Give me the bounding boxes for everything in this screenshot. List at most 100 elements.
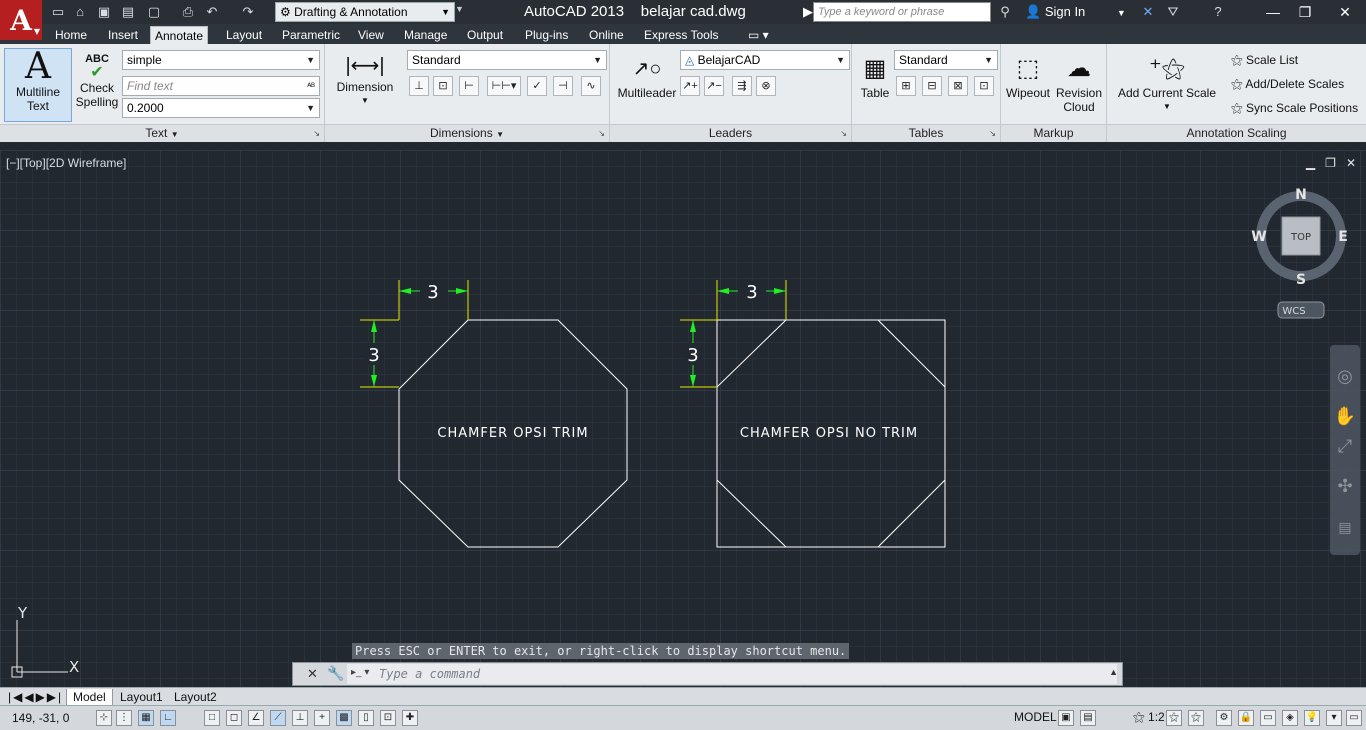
maximize-button[interactable]: ❐ xyxy=(1290,2,1320,22)
steering-wheel-icon[interactable]: ◎ xyxy=(1337,366,1353,386)
isolate-objects-icon-2[interactable]: 💡 xyxy=(1304,710,1320,726)
3d-object-snap-icon[interactable]: ∠ xyxy=(248,710,264,726)
layout-nav-arrows-icon[interactable]: |◀◀▶▶| xyxy=(2,689,69,705)
dim-continue-icon[interactable]: ⊢⊢▾ xyxy=(487,76,521,96)
dim-reassociate-icon[interactable]: ⊣ xyxy=(553,76,573,96)
lock-ui-icon[interactable]: 🔒 xyxy=(1238,710,1254,726)
object-snap-tracking-icon[interactable]: ⟋ xyxy=(270,710,286,726)
tab-home[interactable]: Home xyxy=(51,26,91,44)
redo-icon[interactable]: ↷ xyxy=(240,4,256,20)
dynamic-ucs-icon[interactable]: ⊥ xyxy=(292,710,308,726)
dynamic-input-icon[interactable]: + xyxy=(314,710,330,726)
tab-parametric[interactable]: Parametric xyxy=(278,26,344,44)
text-style-select[interactable]: simple ▼ xyxy=(122,50,320,70)
table-button[interactable]: ▦ Table xyxy=(856,52,894,122)
orbit-icon[interactable]: ✣ xyxy=(1337,476,1352,496)
command-prompt-icon[interactable]: ▸_ ▾ xyxy=(351,667,369,678)
find-text-input[interactable]: Find text ᴬᴮ xyxy=(122,76,320,96)
tab-express-tools[interactable]: Express Tools xyxy=(640,26,722,44)
clean-screen-icon[interactable]: ▭ xyxy=(1346,710,1362,726)
selection-cycling-icon[interactable]: ✚ xyxy=(402,710,418,726)
add-current-scale-button[interactable]: ⁺⚝ Add Current Scale ▼ xyxy=(1117,52,1217,122)
customize-toolbar-icon[interactable]: ▼ xyxy=(455,4,464,14)
tab-manage[interactable]: Manage xyxy=(400,26,451,44)
download-from-source-icon[interactable]: ⊠ xyxy=(948,76,968,96)
tab-annotate[interactable]: Annotate xyxy=(150,26,209,44)
transparency-icon[interactable]: ▯ xyxy=(358,710,374,726)
dialog-launcher-icon[interactable]: ↘ xyxy=(598,125,605,142)
object-snap-icon[interactable]: ◻ xyxy=(226,710,242,726)
compass-w-label[interactable]: W xyxy=(1251,229,1266,245)
find-replace-icon[interactable]: ᴬᴮ xyxy=(307,77,315,95)
polar-tracking-icon[interactable]: □ xyxy=(204,710,220,726)
leaders-panel-title[interactable]: Leaders ↘ xyxy=(610,124,851,142)
tab-layout[interactable]: Layout xyxy=(222,26,266,44)
viewcube[interactable]: TOP N S E W WCS xyxy=(1251,187,1348,319)
multileader-button[interactable]: ↗○ Multileader xyxy=(614,52,680,122)
dialog-launcher-icon[interactable]: ↘ xyxy=(840,125,847,142)
snap-mode-icon[interactable]: ⋮ xyxy=(116,710,132,726)
align-leaders-icon[interactable]: ⇶ xyxy=(732,76,752,96)
wrench-icon[interactable]: 🔧 xyxy=(327,665,344,682)
open-folder-icon[interactable]: ⌂ xyxy=(72,4,88,20)
hardware-acceleration-icon[interactable]: ▭ xyxy=(1260,710,1276,726)
compass-e-label[interactable]: E xyxy=(1338,229,1348,245)
tab-model[interactable]: Model xyxy=(66,689,113,706)
command-input[interactable]: Type a command xyxy=(347,664,1117,684)
drawing-viewport[interactable]: [−][Top][2D Wireframe] ▁ ❐ ✕ CHAMFER OPS… xyxy=(0,150,1366,687)
text-height-select[interactable]: 0.2000 ▼ xyxy=(122,98,320,118)
revision-cloud-button[interactable]: ☁ Revision Cloud xyxy=(1055,52,1103,122)
dim-inspect-icon[interactable]: ⊡ xyxy=(433,76,453,96)
table-style-select[interactable]: Standard ▼ xyxy=(894,50,998,70)
annotation-visibility-icon[interactable]: ⚝ xyxy=(1166,710,1182,726)
text-panel-title[interactable]: Text ▼ ↘ xyxy=(0,124,324,142)
multiline-text-button[interactable]: A Multiline Text xyxy=(4,48,72,122)
dialog-launcher-icon[interactable]: ↘ xyxy=(989,125,996,142)
add-delete-scales-button[interactable]: ⚝ Add/Delete Scales xyxy=(1231,77,1344,92)
new-file-icon[interactable]: ▭ xyxy=(50,4,66,20)
binoculars-icon[interactable]: ⚲ xyxy=(997,4,1013,20)
quick-properties-icon[interactable]: ⊡ xyxy=(380,710,396,726)
dim-adjust-icon[interactable]: ⊢ xyxy=(459,76,479,96)
annotation-scaling-panel-title[interactable]: Annotation Scaling xyxy=(1107,124,1366,142)
search-input[interactable]: Type a keyword or phrase xyxy=(813,2,991,22)
remove-leader-icon[interactable]: ↗− xyxy=(704,76,724,96)
link-data-icon[interactable]: ⊟ xyxy=(922,76,942,96)
chevron-up-icon[interactable]: ▲ xyxy=(1109,667,1118,677)
dimensions-panel-title[interactable]: Dimensions ▼ ↘ xyxy=(325,124,609,142)
collect-leaders-icon[interactable]: ⊗ xyxy=(756,76,776,96)
drawing-canvas[interactable]: CHAMFER OPSI TRIM 3 3 CHAMFER OPSI NO TR… xyxy=(0,150,1366,687)
check-spelling-button[interactable]: ABC ✔ Check Spelling xyxy=(74,52,120,122)
save-icon[interactable]: ▣ xyxy=(96,4,112,20)
exchange-icon[interactable]: ✕ xyxy=(1140,4,1156,20)
isolate-objects-icon[interactable]: ◈ xyxy=(1282,710,1298,726)
status-bar-menu-icon[interactable]: ▾ xyxy=(1326,710,1342,726)
quick-view-layouts-icon[interactable]: ▣ xyxy=(1058,710,1074,726)
tab-insert[interactable]: Insert xyxy=(104,26,142,44)
pan-icon[interactable]: ✋ xyxy=(1334,405,1356,426)
sync-scale-positions-button[interactable]: ⚝ Sync Scale Positions xyxy=(1231,101,1358,116)
scale-list-button[interactable]: ⚝ Scale List xyxy=(1231,53,1298,68)
ribbon-display-toggle-icon[interactable]: ▭ ▾ xyxy=(744,26,773,44)
compass-s-label[interactable]: S xyxy=(1296,272,1306,288)
autodesk-360-icon[interactable]: ⛛ xyxy=(1165,4,1181,20)
workspace-switching-icon[interactable]: ⚙ xyxy=(1216,710,1232,726)
infer-constraints-icon[interactable]: ⊹ xyxy=(96,710,112,726)
coordinates-display[interactable]: 149, -31, 0 xyxy=(12,711,69,725)
dim-jog-icon[interactable]: ∿ xyxy=(581,76,601,96)
close-icon[interactable]: ✕ xyxy=(307,666,318,682)
tab-online[interactable]: Online xyxy=(585,26,628,44)
auto-scale-icon[interactable]: ⚝ xyxy=(1188,710,1204,726)
lineweight-icon[interactable]: ▩ xyxy=(336,710,352,726)
help-icon[interactable]: ? xyxy=(1210,4,1226,20)
tab-output[interactable]: Output xyxy=(463,26,507,44)
extract-data-icon[interactable]: ⊞ xyxy=(896,76,916,96)
zoom-extents-icon[interactable]: ⤢ xyxy=(1338,436,1353,456)
markup-panel-title[interactable]: Markup xyxy=(1001,124,1106,142)
dimension-button[interactable]: |⟷| Dimension ▼ xyxy=(333,52,397,122)
compass-n-label[interactable]: N xyxy=(1295,187,1307,203)
tab-layout2[interactable]: Layout2 xyxy=(168,689,223,705)
close-button[interactable]: ✕ xyxy=(1330,2,1360,22)
undo-icon[interactable]: ↶ xyxy=(204,4,220,20)
dim-break-icon[interactable]: ⊥ xyxy=(409,76,429,96)
